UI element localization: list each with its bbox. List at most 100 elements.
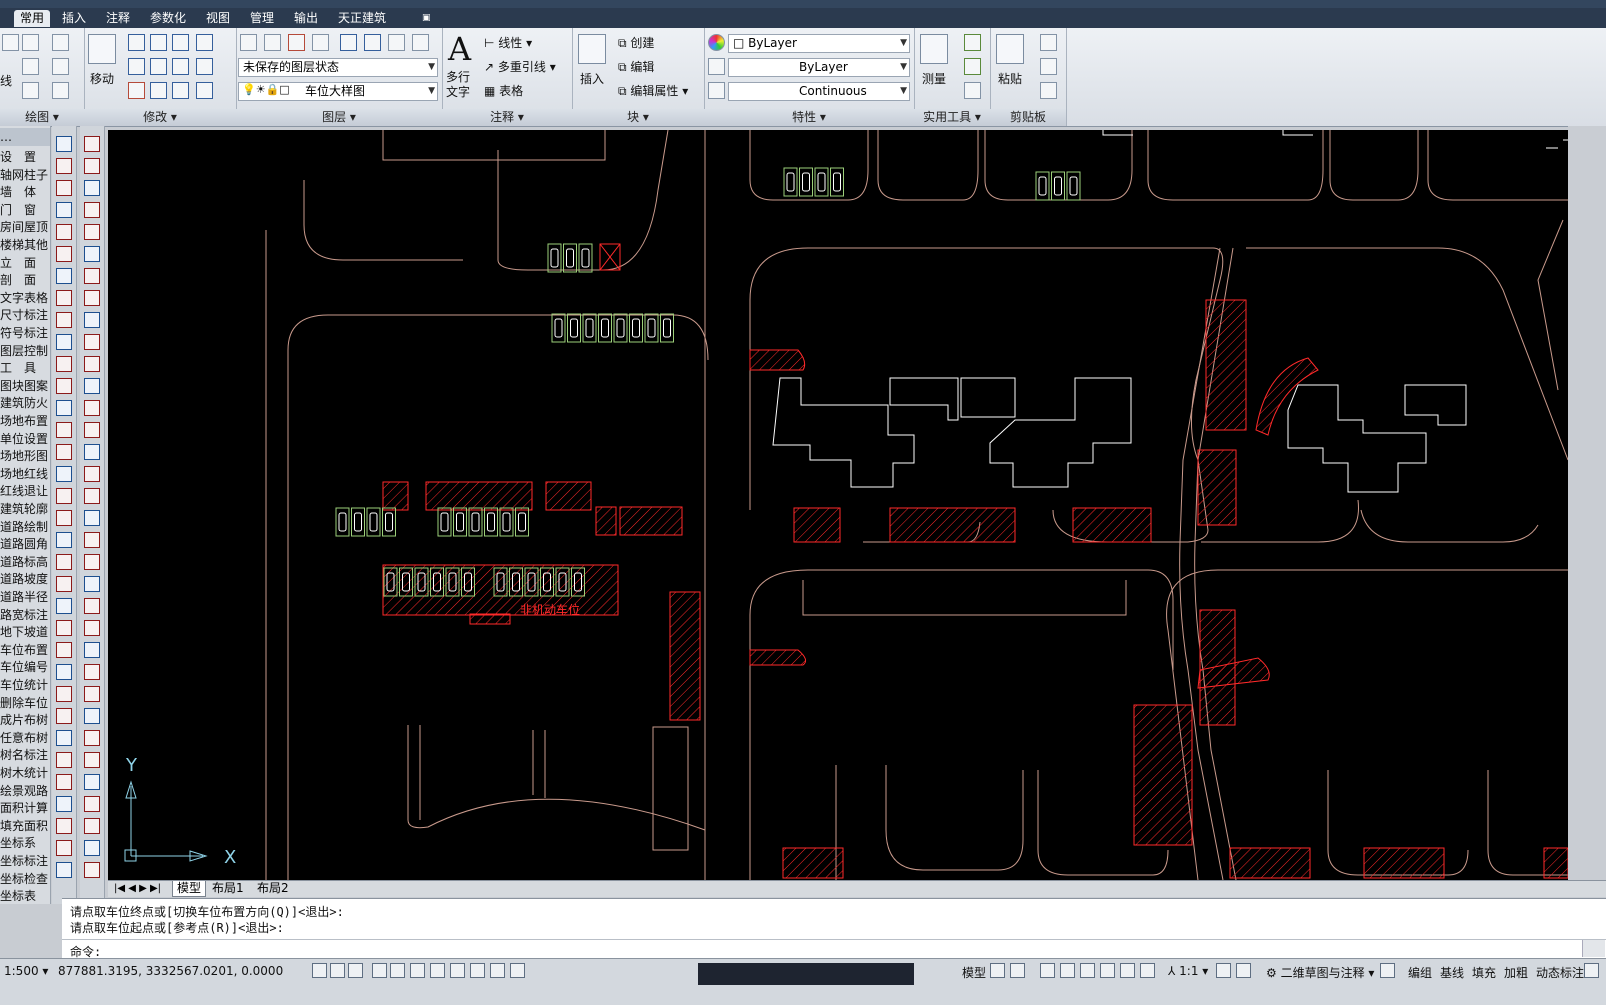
- palette-tool-icon[interactable]: [56, 862, 72, 878]
- palette-tool-icon[interactable]: [84, 136, 100, 152]
- menu-item[interactable]: 轴网柱子: [0, 166, 50, 184]
- palette-tool-icon[interactable]: [84, 664, 100, 680]
- erase-icon[interactable]: [196, 34, 213, 51]
- layer-toggles-icon[interactable]: 💡☀🔒□: [242, 83, 290, 96]
- palette-tool-icon[interactable]: [84, 466, 100, 482]
- stretch-icon[interactable]: [150, 58, 167, 75]
- palette-tool-icon[interactable]: [84, 862, 100, 878]
- palette-tool-icon[interactable]: [56, 400, 72, 416]
- tab-insert[interactable]: 插入: [56, 10, 92, 27]
- menu-item[interactable]: 车位统计: [0, 676, 50, 694]
- navigation-tool-icon[interactable]: [1040, 963, 1055, 978]
- drafting-toggle-icon[interactable]: [490, 963, 505, 978]
- measure-icon[interactable]: [920, 34, 948, 64]
- panel-annotation-label[interactable]: 注释 ▾: [442, 109, 572, 126]
- tz-baseline-button[interactable]: 基线: [1440, 964, 1464, 981]
- tab-nav-arrows-icon[interactable]: |◀ ◀ ▶ ▶|: [110, 881, 165, 896]
- menu-item[interactable]: 墙 体: [0, 183, 50, 201]
- palette-tool-icon[interactable]: [84, 708, 100, 724]
- navigation-tool-icon[interactable]: [1216, 963, 1231, 978]
- rectangle-icon[interactable]: [52, 58, 69, 75]
- panel-clipboard-label[interactable]: 剪贴板: [990, 109, 1066, 126]
- scale-icon[interactable]: [172, 58, 189, 75]
- menu-item[interactable]: 填充面积: [0, 817, 50, 835]
- palette-tool-icon[interactable]: [56, 202, 72, 218]
- navigation-tool-icon[interactable]: [1010, 963, 1025, 978]
- drafting-toggle-icon[interactable]: [390, 963, 405, 978]
- layer-off-icon[interactable]: [288, 34, 305, 51]
- menu-item[interactable]: 工 具: [0, 359, 50, 377]
- palette-tool-icon[interactable]: [56, 730, 72, 746]
- linetype-select[interactable]: Continuous ▼: [728, 82, 910, 101]
- menu-item[interactable]: 绘景观路: [0, 782, 50, 800]
- palette-tool-icon[interactable]: [84, 202, 100, 218]
- explode-icon[interactable]: [196, 58, 213, 75]
- point-id-icon[interactable]: [964, 58, 981, 75]
- insert-block-icon[interactable]: [578, 34, 606, 64]
- navigation-tool-icon[interactable]: [1236, 963, 1251, 978]
- navigation-tool-icon[interactable]: [1060, 963, 1075, 978]
- palette-tool-icon[interactable]: [56, 488, 72, 504]
- palette-tool-icon[interactable]: [84, 158, 100, 174]
- menu-item[interactable]: 树名标注: [0, 746, 50, 764]
- tab-view[interactable]: 视图: [200, 10, 236, 27]
- ribbon-minimize-icon[interactable]: ▣: [416, 10, 437, 27]
- linear-dim-button[interactable]: ⊢ 线性 ▾: [484, 34, 532, 51]
- ellipse-icon[interactable]: [22, 82, 39, 99]
- palette-tool-icon[interactable]: [56, 642, 72, 658]
- palette-tool-icon[interactable]: [56, 158, 72, 174]
- menu-item[interactable]: 路宽标注: [0, 606, 50, 624]
- create-block-button[interactable]: ⧉ 创建: [618, 34, 654, 51]
- quick-select-icon[interactable]: [964, 34, 981, 51]
- menu-item[interactable]: 红线退让: [0, 482, 50, 500]
- menu-item[interactable]: 场地布置: [0, 412, 50, 430]
- offset-icon[interactable]: [150, 82, 167, 99]
- palette-tool-icon[interactable]: [84, 224, 100, 240]
- palette-tool-icon[interactable]: [84, 642, 100, 658]
- insert-label[interactable]: 插入: [580, 70, 604, 87]
- color-wheel-icon[interactable]: [708, 34, 725, 51]
- drafting-toggle-icon[interactable]: [450, 963, 465, 978]
- command-scrollbar[interactable]: [1582, 940, 1605, 957]
- palette-tool-icon[interactable]: [84, 400, 100, 416]
- palette-tool-icon[interactable]: [56, 444, 72, 460]
- polyline-icon[interactable]: [22, 34, 39, 51]
- tz-group-button[interactable]: 编组: [1408, 964, 1432, 981]
- drafting-toggle-icon[interactable]: [430, 963, 445, 978]
- menu-item[interactable]: 图层控制: [0, 342, 50, 360]
- palette-tool-icon[interactable]: [56, 378, 72, 394]
- drafting-toggle-icon[interactable]: [410, 963, 425, 978]
- panel-layers-label[interactable]: 图层 ▾: [236, 109, 442, 126]
- panel-utilities-label[interactable]: 实用工具 ▾: [914, 109, 990, 126]
- layer-merge-icon[interactable]: [412, 34, 429, 51]
- menu-item[interactable]: 坐标标注: [0, 852, 50, 870]
- menu-item[interactable]: 任意布树: [0, 729, 50, 747]
- menu-item[interactable]: 树木统计: [0, 764, 50, 782]
- palette-tool-icon[interactable]: [84, 334, 100, 350]
- navigation-tool-icon[interactable]: [1100, 963, 1115, 978]
- drawing-svg[interactable]: X Y 非机动车位: [108, 130, 1568, 880]
- color-select[interactable]: □ ByLayer ▼: [728, 34, 910, 53]
- palette-tool-icon[interactable]: [84, 422, 100, 438]
- menu-item[interactable]: 车位布置: [0, 641, 50, 659]
- tab-annotate[interactable]: 注释: [100, 10, 136, 27]
- palette-tool-icon[interactable]: [56, 312, 72, 328]
- layout-tab-2[interactable]: 布局2: [253, 881, 293, 896]
- menu-item[interactable]: 房间屋顶: [0, 218, 50, 236]
- palette-tool-icon[interactable]: [84, 840, 100, 856]
- palette-tool-icon[interactable]: [56, 532, 72, 548]
- menu-item[interactable]: 建筑轮廓: [0, 500, 50, 518]
- workspace-switch[interactable]: ⚙ 二维草图与注释 ▾: [1266, 964, 1374, 981]
- line-icon[interactable]: [2, 34, 19, 51]
- navigation-tool-icon[interactable]: [1584, 963, 1599, 978]
- navigation-tool-icon[interactable]: [1080, 963, 1095, 978]
- panel-draw-label[interactable]: 绘图 ▾: [0, 109, 84, 126]
- palette-tool-icon[interactable]: [56, 422, 72, 438]
- menu-item[interactable]: 图块图案: [0, 377, 50, 395]
- palette-tool-icon[interactable]: [56, 598, 72, 614]
- palette-tool-icon[interactable]: [56, 246, 72, 262]
- palette-tool-icon[interactable]: [84, 818, 100, 834]
- drawing-scale[interactable]: 1:500 ▾: [4, 964, 48, 978]
- join-icon[interactable]: [196, 82, 213, 99]
- palette-tool-icon[interactable]: [56, 268, 72, 284]
